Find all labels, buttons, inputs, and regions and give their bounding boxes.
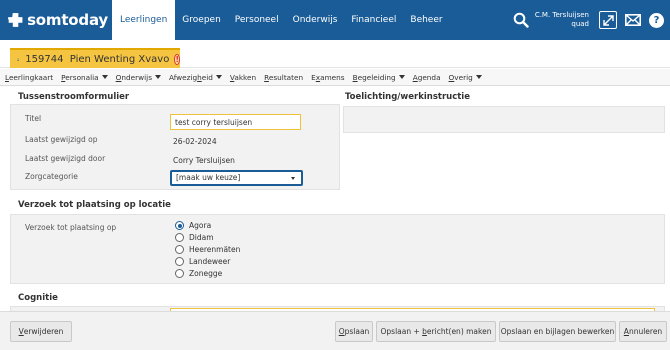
student-tab[interactable]: 159744 Pien Wenting Xvavo ! <box>10 48 180 68</box>
section-title-tussenstroom: Tussenstroomformulier <box>18 92 130 102</box>
user-name: C.M. Tersluijsen <box>534 11 589 19</box>
student-submenu: Leerlingkaart Personalia Onderwijs Afwezigh… <box>0 69 670 86</box>
search-icon[interactable] <box>513 12 529 28</box>
radio-button[interactable] <box>175 233 184 242</box>
caret-down-icon <box>155 74 161 79</box>
verzoek-label: Verzoek tot plaatsing op <box>25 223 117 232</box>
expand-icon <box>602 14 614 26</box>
caret-down-icon <box>398 74 405 79</box>
submenu-item-agenda[interactable]: Agenda <box>413 73 441 82</box>
top-right-tools: C.M. Tersluijsen quad ? <box>513 0 670 40</box>
nav-item-personeel[interactable]: Personeel <box>228 0 286 40</box>
caret-down-icon <box>215 74 222 79</box>
radio-button[interactable] <box>175 221 184 230</box>
radio-option-heerenmaten[interactable]: Heerenmäten <box>175 245 240 254</box>
radio-label: Agora <box>189 221 212 230</box>
titel-input[interactable] <box>170 114 301 130</box>
verwijderen-button[interactable]: Verwijderen <box>10 321 72 342</box>
user-role: quad <box>571 20 589 28</box>
radio-label: Didam <box>189 233 214 242</box>
opslaan-bijlagen-button[interactable]: Opslaan en bijlagen bewerken <box>499 321 616 342</box>
submenu-item-vakken[interactable]: Vakken <box>230 73 256 82</box>
opslaan-berichten-button[interactable]: Opslaan + b ericht(en) maken <box>376 321 496 342</box>
radio-option-agora[interactable]: Agora <box>175 221 211 230</box>
brand-name: somtoday <box>27 11 108 29</box>
gewijzigd-op-label: Laatst gewijzigd op <box>25 135 98 144</box>
gewijzigd-door-value: Corry Tersluijsen <box>173 156 235 165</box>
student-bar: 159744 Pien Wenting Xvavo ! <box>0 40 670 68</box>
nav-item-financieel[interactable]: Financieel <box>344 0 403 40</box>
chevron-down-icon <box>291 177 295 180</box>
radio-option-didam[interactable]: Didam <box>175 233 214 242</box>
footer-action-bar: Verwijderen Opslaan Opslaan + b ericht(en… <box>0 311 670 350</box>
submenu-item-examens[interactable]: Examens <box>311 73 344 82</box>
nav-item-beheer[interactable]: Beheer <box>403 0 449 40</box>
gewijzigd-door-label: Laatst gewijzigd door <box>25 154 106 163</box>
nav-item-leerlingen[interactable]: Leerlingen <box>112 0 176 40</box>
section-title-verzoek: Verzoek tot plaatsing op locatie <box>18 200 171 210</box>
submenu-item-onderwijs[interactable]: Onderwijs <box>116 73 161 82</box>
student-name: 159744 Pien Wenting Xvavo <box>25 53 170 65</box>
zorgcategorie-selected-value: [maak uw keuze] <box>176 173 241 182</box>
zorgcategorie-label: Zorgcategorie <box>25 172 78 181</box>
radio-option-landeweer[interactable]: Landeweer <box>175 257 230 266</box>
annuleren-button[interactable]: Annuleren <box>619 321 667 342</box>
caret-down-icon <box>475 74 482 79</box>
titel-label: Titel <box>25 114 42 123</box>
radio-button[interactable] <box>175 245 184 254</box>
submenu-item-resultaten[interactable]: Resultaten <box>264 73 303 82</box>
mail-icon[interactable] <box>625 14 641 26</box>
section-title-toelichting: Toelichting/werkinstructie <box>345 92 470 102</box>
radio-option-zonegge[interactable]: Zonegge <box>175 269 222 278</box>
radio-button[interactable] <box>175 257 184 266</box>
nav-item-onderwijs[interactable]: Onderwijs <box>286 0 345 40</box>
nav-item-groepen[interactable]: Groepen <box>175 0 227 40</box>
radio-label: Landeweer <box>189 257 231 266</box>
gewijzigd-op-value: 26-02-2024 <box>173 137 217 146</box>
radio-label: Heerenmäten <box>189 245 241 254</box>
person-icon <box>17 57 20 61</box>
main-nav: Leerlingen Groepen Personeel Onderwijs F… <box>112 0 450 40</box>
submenu-item-personalia[interactable]: Personalia <box>61 73 108 82</box>
opslaan-button[interactable]: Opslaan <box>335 321 373 342</box>
top-navigation-bar: somtoday Leerlingen Groepen Personeel On… <box>0 0 670 40</box>
submenu-item-overig[interactable]: Overig <box>449 73 482 82</box>
expand-button[interactable] <box>599 11 617 29</box>
help-icon[interactable]: ? <box>649 12 664 28</box>
submenu-item-begeleiding[interactable]: Begeleiding <box>353 73 405 82</box>
warning-icon[interactable]: ! <box>174 53 180 65</box>
caret-down-icon <box>101 74 108 79</box>
radio-label: Zonegge <box>189 269 223 278</box>
radio-button[interactable] <box>175 269 184 278</box>
submenu-item-afwezigheid[interactable]: Afwezigheid <box>169 73 222 82</box>
submenu-item-leerlingkaart[interactable]: Leerlingkaart <box>5 73 53 82</box>
zorgcategorie-select[interactable]: [maak uw keuze] <box>170 170 303 186</box>
toelichting-panel <box>343 106 665 133</box>
somtoday-logo[interactable]: somtoday <box>8 9 108 31</box>
section-title-cognitie: Cognitie <box>18 293 58 303</box>
logo-cross-icon <box>8 13 23 27</box>
user-info[interactable]: C.M. Tersluijsen quad <box>535 11 589 29</box>
